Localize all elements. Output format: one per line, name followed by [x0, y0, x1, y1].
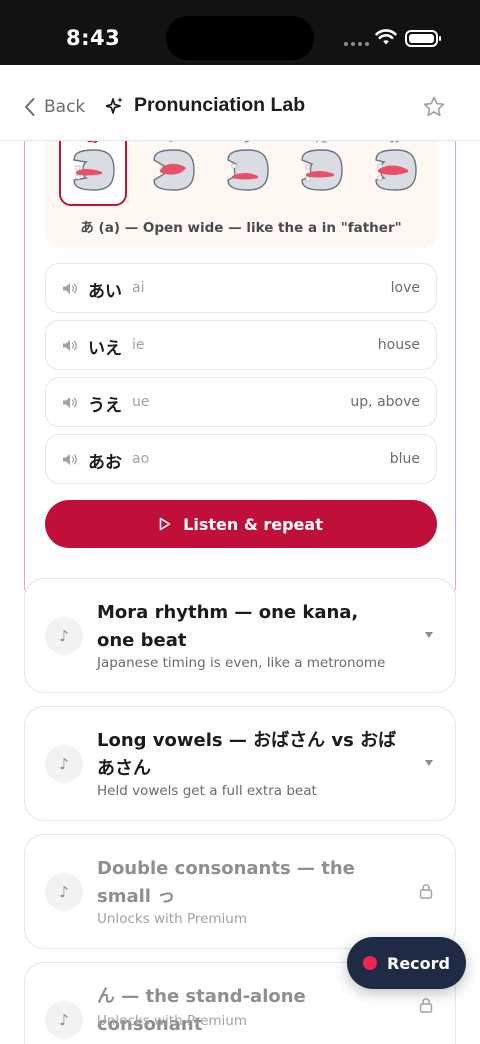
- chevron-down-icon[interactable]: [425, 760, 433, 766]
- lesson-card-long-vowels[interactable]: ♪ Long vowels — おばさん vs おばあさん Held vowel…: [24, 706, 456, 821]
- mouth-kana: え: [287, 141, 355, 146]
- lesson-subtitle: Unlocks with Premium: [97, 911, 248, 927]
- mouth-shape-icon: [301, 149, 343, 191]
- mouth-shape-icon: [227, 149, 269, 191]
- back-label: Back: [44, 97, 86, 117]
- mouth-shape-icon: [153, 149, 195, 191]
- speaker-icon[interactable]: [62, 396, 77, 409]
- lock-icon: [419, 884, 433, 899]
- chevron-down-icon[interactable]: [425, 632, 433, 638]
- vowel-lesson-card: あ い う: [24, 141, 456, 606]
- music-note-icon: ♪: [45, 1001, 83, 1039]
- chevron-left-icon: [25, 98, 35, 116]
- mouth-shape-icon: [375, 149, 417, 191]
- status-bar: 8:43: [0, 0, 480, 65]
- status-time: 8:43: [66, 26, 121, 50]
- word-meaning: love: [390, 280, 420, 296]
- speaker-icon[interactable]: [62, 282, 77, 295]
- word-kana: いえ: [88, 339, 122, 359]
- cellular-signal-icon: [344, 42, 370, 46]
- lesson-subtitle: Held vowels get a full extra beat: [97, 783, 317, 799]
- word-row[interactable]: うえ ue up, above: [45, 377, 437, 427]
- star-icon[interactable]: [422, 95, 446, 119]
- word-romaji: ue: [132, 394, 150, 410]
- mouth-kana: い: [139, 141, 207, 146]
- page-title: Pronunciation Lab: [134, 94, 306, 116]
- word-row[interactable]: あい ai love: [45, 263, 437, 313]
- mouth-caption: あ (a) — Open wide — like the a in "fathe…: [80, 220, 402, 236]
- music-note-icon: ♪: [45, 617, 83, 655]
- word-kana: あい: [88, 282, 122, 302]
- lesson-subtitle: Unlocks with Premium: [97, 1013, 248, 1029]
- mouth-kana: う: [213, 141, 281, 146]
- mouth-item-a[interactable]: あ: [59, 141, 127, 206]
- mouth-item-e[interactable]: え: [287, 141, 355, 202]
- word-kana: あお: [88, 453, 122, 473]
- word-romaji: ie: [132, 337, 145, 353]
- word-kana: うえ: [88, 396, 122, 416]
- word-row[interactable]: あお ao blue: [45, 434, 437, 484]
- music-note-icon: ♪: [45, 873, 83, 911]
- mouth-item-i[interactable]: い: [139, 141, 207, 202]
- lesson-card-double-consonants[interactable]: ♪ Double consonants — the small っ Unlock…: [24, 834, 456, 949]
- lesson-subtitle: Japanese timing is even, like a metronom…: [97, 655, 386, 671]
- record-label: Record: [387, 953, 450, 973]
- battery-icon: [405, 30, 441, 47]
- sparkle-icon: [106, 96, 123, 114]
- music-note-icon: ♪: [45, 745, 83, 783]
- play-icon: [159, 517, 171, 531]
- word-row[interactable]: いえ ie house: [45, 320, 437, 370]
- content-scroll[interactable]: あ い う: [0, 141, 480, 1044]
- back-button[interactable]: Back: [24, 95, 85, 119]
- mouth-item-o[interactable]: お: [361, 141, 429, 202]
- word-meaning: up, above: [350, 394, 420, 410]
- mouth-item-u[interactable]: う: [213, 141, 281, 202]
- word-meaning: house: [377, 337, 420, 353]
- listen-repeat-button[interactable]: Listen & repeat: [45, 500, 437, 548]
- nav-title-group: Pronunciation Lab: [106, 94, 305, 117]
- dynamic-island: [166, 16, 314, 60]
- record-dot-icon: [363, 956, 377, 970]
- nav-bar: Back Pronunciation Lab: [0, 65, 480, 141]
- lock-icon: [419, 998, 433, 1013]
- word-romaji: ai: [132, 280, 145, 296]
- mouth-shape-panel: あ い う: [45, 141, 437, 248]
- mouth-shape-icon: [73, 149, 115, 191]
- word-romaji: ao: [132, 451, 150, 467]
- lesson-title: Double consonants — the small っ: [97, 858, 355, 907]
- wifi-icon: [375, 29, 397, 45]
- lesson-title: ん — the stand-alone consonant: [97, 986, 306, 1035]
- word-meaning: blue: [389, 451, 420, 467]
- speaker-icon[interactable]: [62, 453, 77, 466]
- lesson-title: Mora rhythm — one kana, one beat: [97, 602, 359, 651]
- lesson-card-mora-rhythm[interactable]: ♪ Mora rhythm — one kana, one beat Japan…: [24, 578, 456, 693]
- lesson-title: Long vowels — おばさん vs おばあさん: [97, 730, 397, 779]
- record-button[interactable]: Record: [347, 937, 466, 989]
- speaker-icon[interactable]: [62, 339, 77, 352]
- mouth-kana: あ: [61, 141, 125, 146]
- mouth-kana: お: [361, 141, 429, 146]
- listen-repeat-label: Listen & repeat: [183, 514, 323, 534]
